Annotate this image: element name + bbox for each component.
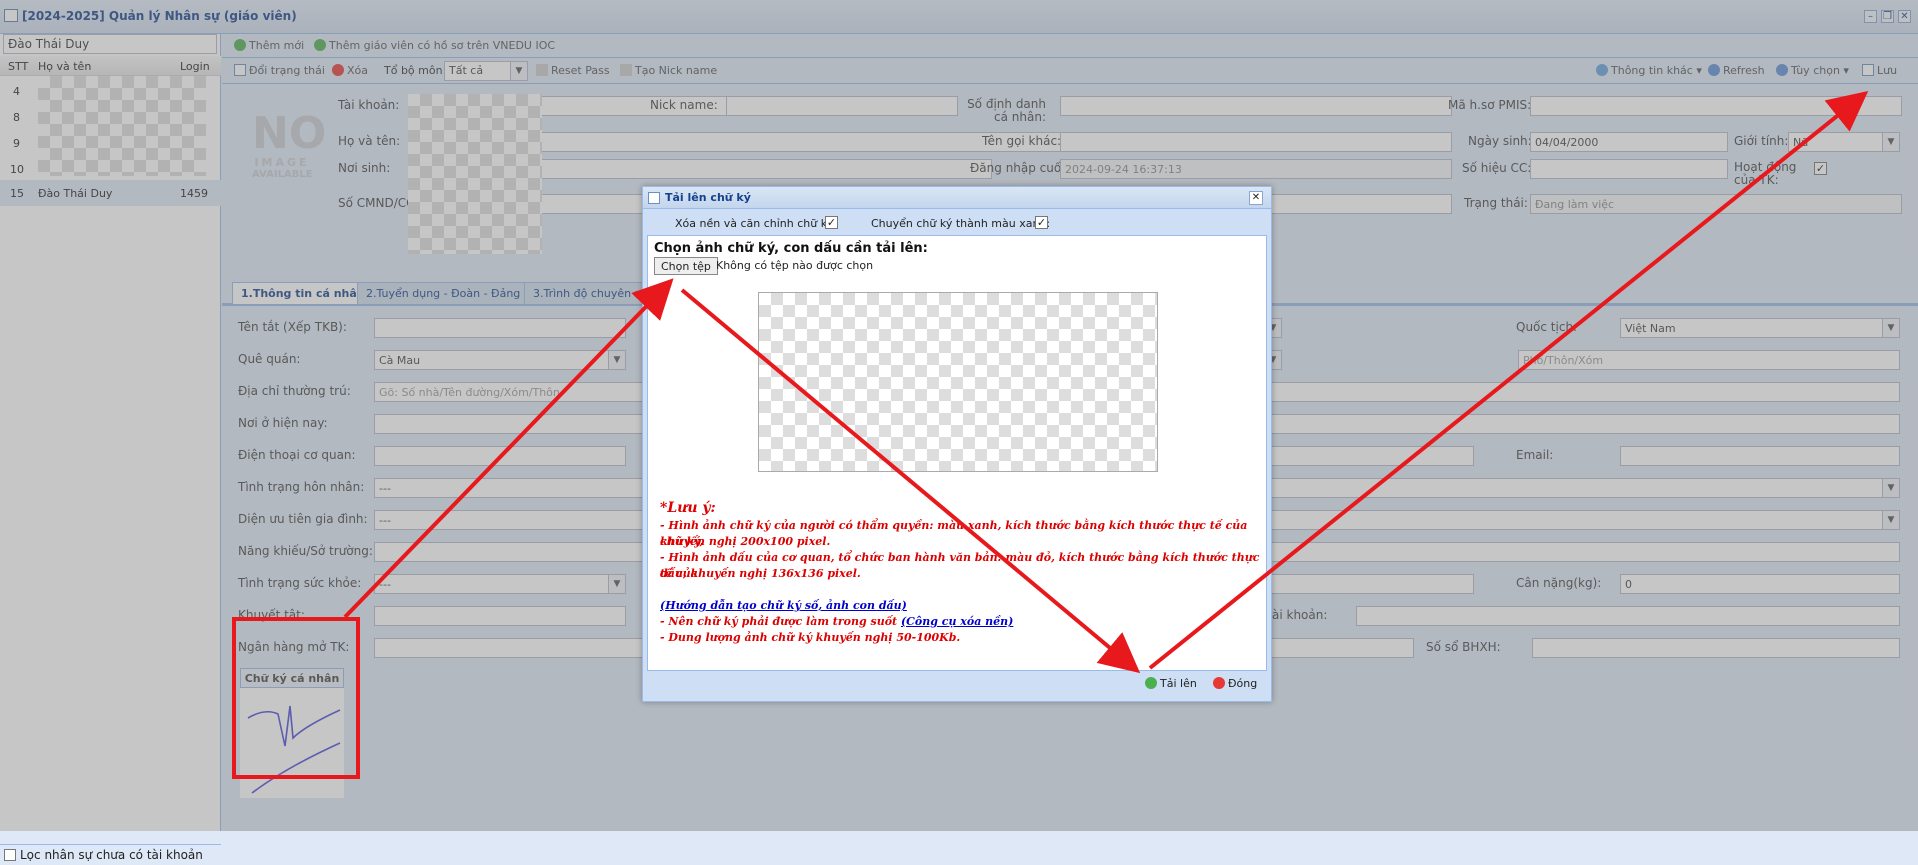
annotation-arrow xyxy=(1148,90,1869,670)
filter-footer: Lọc nhân sự chưa có tài khoản xyxy=(0,844,221,865)
filter-checkbox[interactable] xyxy=(4,849,16,861)
annotation-arrow xyxy=(343,278,674,619)
filter-label: Lọc nhân sự chưa có tài khoản xyxy=(20,848,203,862)
annotation-arrow xyxy=(680,288,1141,674)
annotation-box xyxy=(232,617,360,779)
annotation-layer xyxy=(232,90,1869,779)
